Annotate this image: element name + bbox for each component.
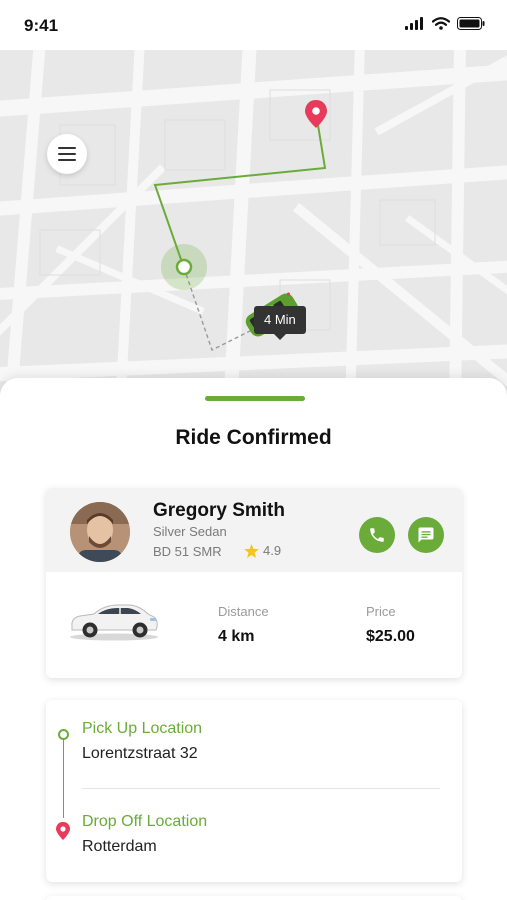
pickup-address[interactable]: Lorentzstraat 32	[82, 745, 198, 763]
ride-sheet: Ride Confirmed Gregory Smith Silver Seda…	[0, 378, 507, 900]
price-label: Price	[366, 604, 396, 619]
distance-label: Distance	[218, 604, 269, 619]
status-icons	[405, 17, 485, 30]
dropoff-pin-icon	[56, 822, 70, 840]
dropoff-address[interactable]: Rotterdam	[82, 838, 157, 856]
eta-badge: 4 Min	[254, 306, 306, 340]
locations-card: Pick Up Location Lorentzstraat 32 Drop O…	[46, 700, 462, 882]
map-streets	[0, 50, 507, 395]
sheet-title: Ride Confirmed	[175, 426, 332, 449]
trip-summary: Distance 4 km Price $25.00	[46, 572, 462, 678]
phone-icon	[370, 528, 384, 542]
driver-avatar	[70, 502, 130, 562]
driver-vehicle: Silver Sedan	[153, 524, 227, 539]
driver-card: Gregory Smith Silver Sedan BD 51 SMR 4.9	[46, 488, 462, 678]
next-card	[46, 896, 462, 900]
hamburger-icon	[58, 147, 76, 161]
wifi-icon	[432, 17, 450, 30]
map-view[interactable]: 4 Min	[0, 50, 507, 395]
driver-name: Gregory Smith	[153, 500, 285, 521]
signal-icon	[405, 17, 423, 30]
price-value: $25.00	[366, 628, 415, 645]
chat-icon	[418, 527, 434, 543]
dropoff-label: Drop Off Location	[82, 813, 208, 830]
driver-header: Gregory Smith Silver Sedan BD 51 SMR 4.9	[46, 488, 462, 572]
distance-value: 4 km	[218, 628, 255, 645]
driver-rating: 4.9	[244, 543, 281, 558]
pickup-dot-icon	[58, 729, 69, 740]
call-driver-button[interactable]	[359, 517, 395, 553]
divider	[82, 788, 440, 789]
battery-icon	[457, 17, 485, 30]
car-image	[70, 604, 158, 641]
menu-button[interactable]	[47, 134, 87, 174]
status-bar: 9:41	[0, 0, 507, 50]
status-time: 9:41	[24, 16, 59, 35]
message-driver-button[interactable]	[408, 517, 444, 553]
rating-value: 4.9	[263, 543, 282, 558]
sheet-handle[interactable]	[205, 396, 305, 401]
pickup-label: Pick Up Location	[82, 720, 203, 737]
driver-plate: BD 51 SMR	[153, 544, 222, 559]
route-connector	[63, 740, 64, 818]
star-icon	[244, 543, 259, 558]
